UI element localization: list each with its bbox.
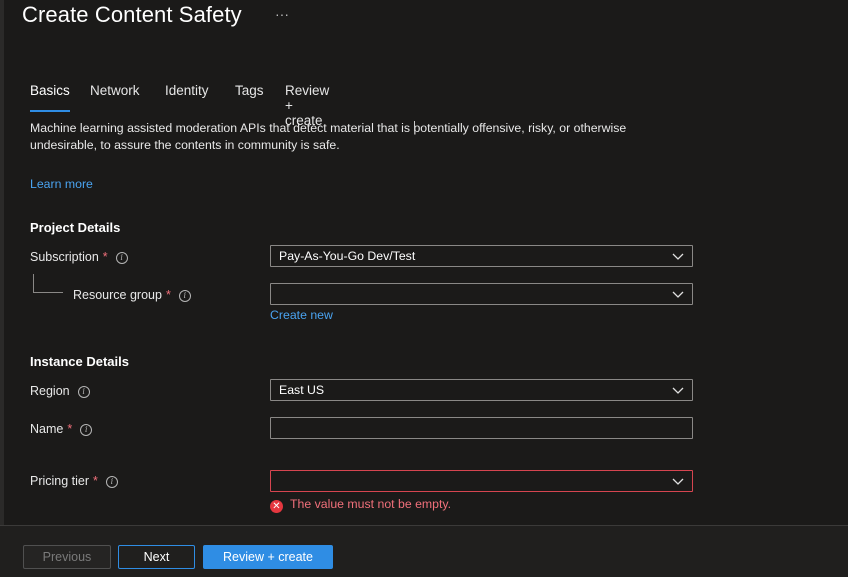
tab-identity-label: Identity bbox=[165, 83, 209, 98]
tree-connector bbox=[33, 274, 34, 292]
tab-tags[interactable]: Tags bbox=[235, 83, 264, 104]
info-icon[interactable]: i bbox=[178, 290, 191, 302]
subscription-label-text: Subscription bbox=[30, 250, 99, 264]
region-value: East US bbox=[279, 383, 325, 397]
info-icon[interactable]: i bbox=[77, 386, 90, 398]
page-title: Create Content Safety bbox=[22, 2, 242, 27]
resource-group-label-text: Resource group bbox=[73, 288, 162, 302]
previous-button[interactable]: Previous bbox=[23, 545, 111, 569]
pricing-tier-error: ✕ The value must not be empty. bbox=[270, 497, 451, 513]
tab-identity[interactable]: Identity bbox=[165, 83, 209, 104]
pricing-tier-label-text: Pricing tier bbox=[30, 474, 90, 488]
tab-network-label: Network bbox=[90, 83, 140, 98]
tab-network[interactable]: Network bbox=[90, 83, 140, 104]
region-label-text: Region bbox=[30, 384, 70, 398]
create-new-resource-group-link[interactable]: Create new bbox=[270, 308, 333, 322]
resource-group-label: Resource group * i bbox=[73, 288, 191, 302]
chevron-down-icon bbox=[672, 253, 684, 260]
required-marker: * bbox=[67, 422, 73, 436]
tab-basics-label: Basics bbox=[30, 83, 70, 98]
left-edge-border bbox=[0, 0, 4, 577]
error-icon: ✕ bbox=[270, 500, 283, 513]
pricing-tier-label: Pricing tier * i bbox=[30, 474, 118, 488]
subscription-dropdown[interactable]: Pay-As-You-Go Dev/Test bbox=[270, 245, 693, 267]
learn-more-link[interactable]: Learn more bbox=[30, 177, 93, 191]
text-cursor bbox=[414, 121, 419, 131]
description-text: Machine learning assisted moderation API… bbox=[30, 121, 627, 152]
chevron-down-icon bbox=[672, 291, 684, 298]
region-dropdown[interactable]: East US bbox=[270, 379, 693, 401]
region-label: Region i bbox=[30, 384, 90, 398]
create-content-safety-page: Create Content Safety ··· Basics Network… bbox=[0, 0, 848, 577]
name-label-text: Name bbox=[30, 422, 64, 436]
name-input[interactable] bbox=[270, 417, 693, 439]
info-icon[interactable]: i bbox=[80, 424, 93, 436]
pricing-tier-dropdown[interactable] bbox=[270, 470, 693, 492]
required-marker: * bbox=[102, 250, 108, 264]
subscription-label: Subscription * i bbox=[30, 250, 128, 264]
tab-tags-label: Tags bbox=[235, 83, 264, 98]
next-button[interactable]: Next bbox=[118, 545, 195, 569]
chevron-down-icon bbox=[672, 387, 684, 394]
name-label: Name * i bbox=[30, 422, 93, 436]
required-marker: * bbox=[93, 474, 98, 488]
more-options-button[interactable]: ··· bbox=[275, 6, 289, 22]
pricing-tier-error-text: The value must not be empty. bbox=[290, 497, 452, 511]
required-marker: * bbox=[165, 288, 171, 302]
tree-connector bbox=[33, 292, 63, 293]
chevron-down-icon bbox=[672, 478, 684, 485]
tab-basics[interactable]: Basics bbox=[30, 83, 70, 112]
footer-bar: Previous Next Review + create bbox=[0, 525, 848, 577]
resource-group-dropdown[interactable] bbox=[270, 283, 693, 305]
active-tab-indicator bbox=[30, 110, 70, 112]
instance-details-heading: Instance Details bbox=[30, 354, 129, 369]
review-create-button[interactable]: Review + create bbox=[203, 545, 333, 569]
project-details-heading: Project Details bbox=[30, 220, 121, 235]
info-icon[interactable]: i bbox=[115, 252, 128, 264]
info-icon[interactable]: i bbox=[105, 476, 118, 488]
subscription-value: Pay-As-You-Go Dev/Test bbox=[279, 249, 416, 263]
